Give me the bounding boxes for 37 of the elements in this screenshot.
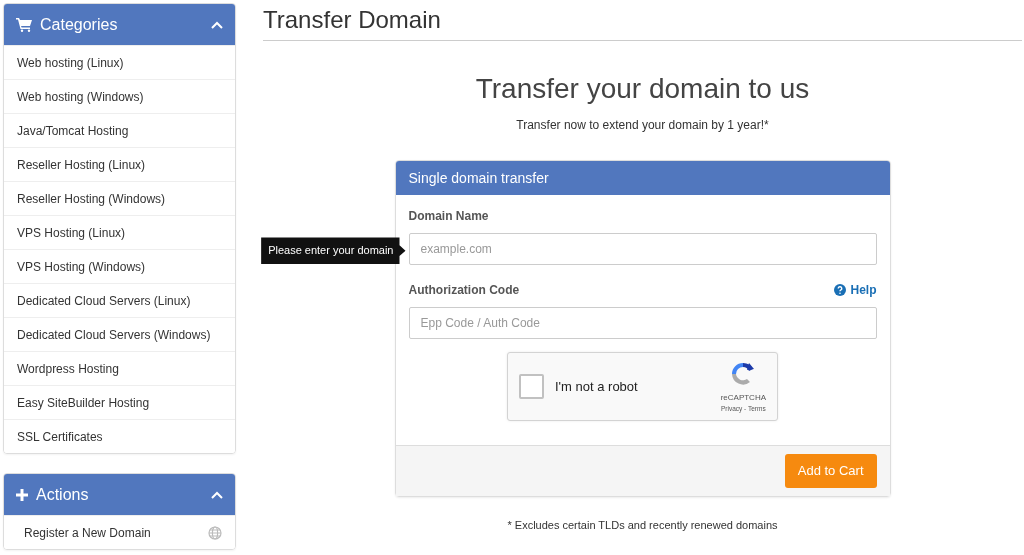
help-icon (834, 284, 847, 297)
chevron-icon[interactable] (211, 20, 223, 29)
hero-title: Transfer your domain to us (474, 71, 811, 106)
sidebar-item[interactable]: Web hosting (Windows) (4, 79, 235, 113)
field-label: Domain Name (408, 208, 489, 226)
field-label: Authorization Code (408, 282, 520, 300)
sidebar-item[interactable]: VPS Hosting (Linux) (4, 215, 235, 249)
captcha-brand: reCAPTCHA (720, 392, 766, 404)
help-link[interactable]: Help (834, 281, 877, 300)
panel-title: Categories (40, 14, 119, 35)
page-title: Transfer Domain (263, 0, 1022, 41)
globe-icon (208, 525, 222, 540)
cart-icon (16, 17, 32, 32)
sidebar-item[interactable]: Wordpress Hosting (4, 351, 235, 385)
sidebar-item[interactable]: Web hosting (Linux) (4, 45, 235, 79)
sidebar-item[interactable]: Java/Tomcat Hosting (4, 113, 235, 147)
sidebar-item[interactable]: Reseller Hosting (Linux) (4, 147, 235, 181)
sidebar-item[interactable]: Easy SiteBuilder Hosting (4, 385, 235, 419)
sidebar-item[interactable]: Register a New Domain (4, 515, 235, 549)
sidebar-item[interactable]: Dedicated Cloud Servers (Windows) (4, 317, 235, 351)
plus-icon (16, 488, 28, 501)
sidebar-item[interactable]: Dedicated Cloud Servers (Linux) (4, 283, 235, 317)
footnote: * Excludes certain TLDs and recently renewed domains (506, 517, 779, 533)
checkbox[interactable] (519, 374, 544, 400)
captcha-label: I'm not a robot (555, 378, 639, 397)
card-header: Single domain transfer (395, 161, 890, 196)
tooltip: Please enter your domain (261, 237, 406, 264)
chevron-icon[interactable] (211, 490, 223, 499)
input-field[interactable]: Epp Code / Auth Code (408, 307, 877, 340)
input-field[interactable]: example.com (408, 233, 877, 266)
sidebar-item[interactable]: VPS Hosting (Windows) (4, 249, 235, 283)
sidebar-item[interactable]: SSL Certificates (4, 419, 235, 453)
panel-title: Actions (36, 484, 90, 505)
panel-header[interactable]: Categories (4, 4, 235, 45)
panel-header[interactable]: Actions (4, 474, 235, 515)
hero-subtitle: Transfer now to extend your domain by 1 year!* (515, 117, 770, 135)
sidebar-item[interactable]: Reseller Hosting (Windows) (4, 181, 235, 215)
